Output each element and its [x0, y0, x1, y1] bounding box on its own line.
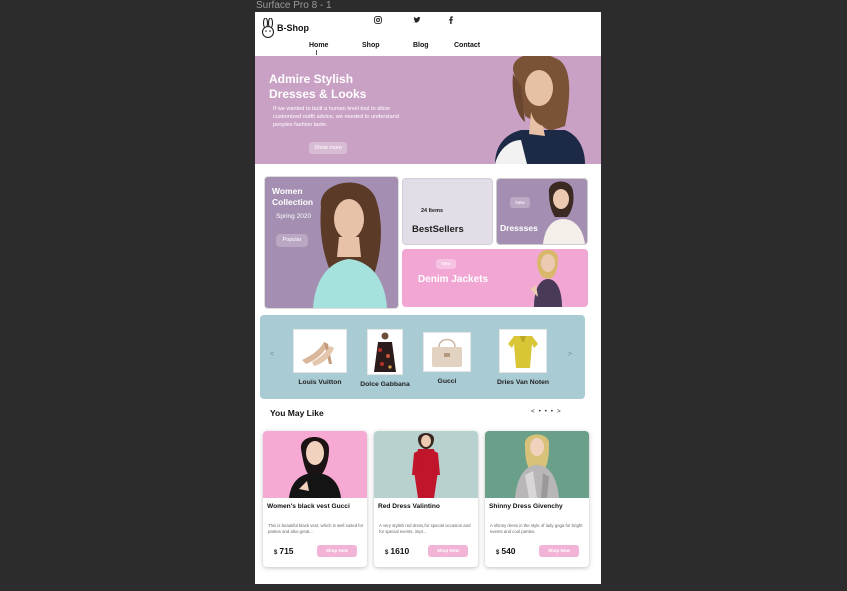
product-description: This is beautiful black vest, which is w… — [268, 523, 364, 534]
hero-model-image — [495, 56, 585, 164]
product-card[interactable]: Women's black vest Gucci This is beautif… — [263, 431, 367, 567]
nav-contact[interactable]: Contact — [454, 42, 480, 49]
brands-prev-arrow[interactable]: < — [270, 351, 274, 358]
brand-name: Louis Vuitton — [298, 379, 342, 386]
women-collection-line1: Women — [272, 186, 303, 196]
hero-description: If we wanted to built a human level tool… — [273, 106, 399, 128]
twitter-icon[interactable] — [413, 16, 421, 26]
women-collection-subtitle: Spring 2020 — [276, 213, 312, 220]
nav-active-indicator — [316, 50, 317, 55]
denim-jackets-title: Denim Jackets — [418, 274, 489, 285]
dresses-title: Dressses — [500, 223, 538, 233]
brand-name: B-Shop — [277, 23, 309, 33]
hero-banner: Admire Stylish Dresses & Looks If we wan… — [255, 56, 601, 164]
dresses-card[interactable]: New Dressses — [496, 178, 588, 245]
product-name: Red Dress Valintino — [378, 503, 440, 510]
popular-button[interactable]: Popular — [276, 234, 308, 247]
instagram-icon[interactable] — [374, 16, 382, 26]
hero-title-line2: Dresses & Looks — [269, 87, 367, 101]
hero-title-line1: Admire Stylish — [269, 72, 354, 86]
nav-home[interactable]: Home — [309, 42, 328, 49]
brand-name: Gucci — [437, 378, 457, 385]
brand-gucci[interactable]: Gucci — [419, 329, 475, 385]
product-price: $1610 — [385, 546, 409, 556]
product-name: Shinny Dress Givenchy — [489, 503, 563, 510]
dresses-model-image — [543, 181, 585, 244]
you-may-like-pager[interactable]: < • • • > — [531, 408, 562, 415]
show-more-button[interactable]: Show more — [309, 142, 347, 154]
brand-dolce-gabbana-image — [367, 329, 403, 375]
product-price: $540 — [496, 546, 516, 556]
hero-title: Admire Stylish Dresses & Looks — [269, 72, 419, 102]
shop-now-button[interactable]: Shop Now — [428, 545, 468, 557]
product-name: Women's black vest Gucci — [267, 503, 350, 510]
nav-shop[interactable]: Shop — [362, 42, 380, 49]
denim-model-image — [530, 249, 562, 307]
denim-jackets-card[interactable]: New Denim Jackets — [402, 249, 588, 307]
product-price-value: 1610 — [390, 546, 410, 556]
product-description: A shinny dress in the style of lady goga… — [490, 523, 583, 534]
frame-label: Surface Pro 8 - 1 — [256, 0, 332, 11]
women-collection-title: Women Collection — [272, 186, 313, 208]
brand-name: Dolce Gabbana — [360, 381, 410, 388]
product-image — [374, 431, 478, 498]
you-may-like-title: You May Like — [270, 408, 324, 418]
brand-logo[interactable]: B-Shop — [261, 18, 309, 38]
product-price: $715 — [274, 546, 294, 556]
brand-gucci-image — [423, 332, 471, 372]
women-collection-model-image — [313, 182, 387, 308]
product-card[interactable]: Red Dress Valintino A very stylish red d… — [374, 431, 478, 567]
brand-dries-van-noten-image — [499, 329, 547, 373]
product-image — [263, 431, 367, 498]
shop-now-button[interactable]: Shop Now — [539, 545, 579, 557]
product-image — [485, 431, 589, 498]
brand-dolce-gabbana[interactable]: Dolce Gabbana — [357, 329, 413, 388]
brands-next-arrow[interactable]: > — [568, 351, 572, 358]
bestsellers-count: 24 Items — [421, 208, 444, 214]
page-frame: B-Shop Home Shop Blog Contact Admire Sty… — [255, 12, 601, 584]
product-price-value: 540 — [501, 546, 516, 556]
denim-new-badge: New — [436, 259, 456, 269]
facebook-icon[interactable] — [448, 16, 454, 26]
women-collection-card[interactable]: Women Collection Spring 2020 Popular — [264, 176, 399, 309]
brand-dries-van-noten[interactable]: Dries Van Noten — [495, 329, 551, 386]
brand-name: Dries Van Noten — [496, 379, 550, 386]
women-collection-line2: Collection — [272, 197, 314, 207]
dresses-new-badge: New — [510, 197, 530, 208]
bunny-logo-icon — [261, 18, 275, 38]
product-price-value: 715 — [279, 546, 294, 556]
nav-blog[interactable]: Blog — [413, 42, 429, 49]
bestsellers-card[interactable]: 24 Items BestSellers — [402, 178, 493, 245]
shop-now-button[interactable]: Shop Now — [317, 545, 357, 557]
brand-louis-vuitton[interactable]: Louis Vuitton — [292, 329, 348, 386]
brand-louis-vuitton-image — [293, 329, 347, 373]
product-card[interactable]: Shinny Dress Givenchy A shinny dress in … — [485, 431, 589, 567]
bestsellers-title: BestSellers — [412, 224, 464, 235]
product-currency: $ — [496, 550, 500, 556]
brands-carousel: < > Louis Vuitton Dolce Gabbana Gucci Dr… — [260, 315, 585, 399]
product-currency: $ — [274, 550, 278, 556]
product-currency: $ — [385, 550, 389, 556]
product-description: A very stylish red dress,for special occ… — [379, 523, 471, 534]
